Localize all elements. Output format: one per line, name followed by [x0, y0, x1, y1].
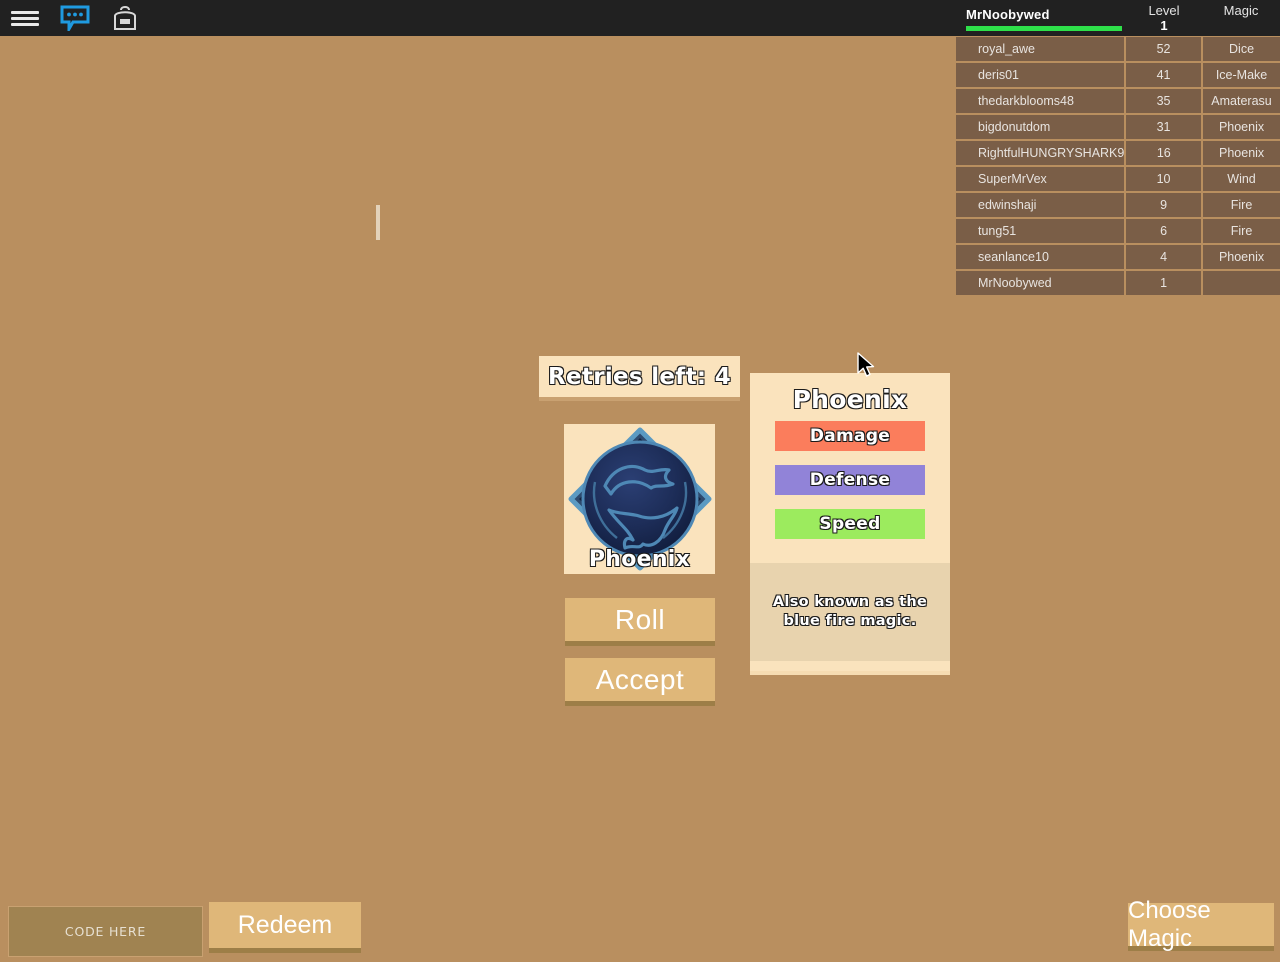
leaderboard-row: deris01 41 Ice-Make [954, 62, 1280, 88]
leaderboard-row-magic: Wind [1203, 167, 1280, 191]
leaderboard-row: edwinshaji 9 Fire [954, 192, 1280, 218]
chat-icon[interactable] [52, 0, 98, 36]
hamburger-line [11, 10, 39, 14]
game-screen: MrNoobywed Level 1 Magic royal_awe 52 Dice… [0, 0, 1280, 962]
leaderboard-row-magic [1203, 271, 1280, 295]
hamburger-line [11, 22, 39, 26]
leaderboard-row-magic: Ice-Make [1203, 63, 1280, 87]
redeem-button-label: Redeem [237, 910, 333, 939]
text-caret [376, 205, 380, 240]
leaderboard-level-header: Level 1 [1126, 0, 1202, 33]
rolled-magic-label: Phoenix [588, 547, 691, 573]
leaderboard-row-magic: Dice [1203, 37, 1280, 61]
magic-description-panel: Also known as the blue fire magic. [750, 563, 950, 661]
stat-bar-label: Defense [809, 470, 891, 491]
choose-magic-button-label: Choose Magic [1128, 896, 1211, 952]
leaderboard-header: MrNoobywed Level 1 Magic [954, 0, 1280, 36]
leaderboard-row-level: 1 [1126, 271, 1202, 295]
leaderboard-row: tung51 6 Fire [954, 218, 1280, 244]
accept-button-label: Accept [595, 663, 685, 695]
leaderboard-row: thedarkblooms48 35 Amaterasu [954, 88, 1280, 114]
level-header-label: Level [1148, 3, 1180, 18]
leaderboard-row-name: royal_awe [954, 37, 1125, 61]
leaderboard-row-name: bigdonutdom [954, 115, 1125, 139]
leaderboard-row: MrNoobywed 1 [954, 270, 1280, 296]
magic-header-label: Magic [1223, 3, 1259, 18]
leaderboard-row-name: seanlance10 [954, 245, 1125, 269]
leaderboard-row-level: 35 [1126, 89, 1202, 113]
leaderboard-row-level: 10 [1126, 167, 1202, 191]
leaderboard-row-level: 16 [1126, 141, 1202, 165]
leaderboard-row: SuperMrVex 10 Wind [954, 166, 1280, 192]
redeem-button[interactable]: Redeem [209, 902, 361, 953]
leaderboard-row: bigdonutdom 31 Phoenix [954, 114, 1280, 140]
stat-bar-speed: Speed [775, 509, 925, 539]
leaderboard-row-magic: Fire [1203, 193, 1280, 217]
leaderboard-row-level: 6 [1126, 219, 1202, 243]
stat-bar-label: Speed [819, 514, 881, 535]
leaderboard-row-name: RightfulHUNGRYSHARK9 [954, 141, 1125, 165]
rolled-magic-card: Phoenix [564, 424, 715, 574]
roll-button-label: Roll [614, 603, 666, 635]
leaderboard-row-magic: Phoenix [1203, 245, 1280, 269]
leaderboard-row-name: tung51 [954, 219, 1125, 243]
magic-info-panel: Phoenix Damage Defense Speed Also known as… [750, 373, 950, 675]
leaderboard-row-magic: Phoenix [1203, 141, 1280, 165]
stat-bar-defense: Defense [775, 465, 925, 495]
accept-button[interactable]: Accept [565, 658, 715, 706]
leaderboard-row-name: thedarkblooms48 [954, 89, 1125, 113]
choose-magic-button[interactable]: Choose Magic [1128, 897, 1274, 952]
magic-description-label: Also known as the blue fire magic. [772, 594, 928, 630]
stat-bar-label: Damage [809, 426, 891, 447]
health-bar [966, 26, 1122, 31]
hamburger-line [11, 16, 39, 20]
leaderboard-magic-header: Magic [1202, 0, 1280, 18]
magic-title-label: Phoenix [792, 385, 908, 415]
leaderboard-row-level: 52 [1126, 37, 1202, 61]
leaderboard-row-name: SuperMrVex [954, 167, 1125, 191]
leaderboard-row-level: 41 [1126, 63, 1202, 87]
roll-button[interactable]: Roll [565, 598, 715, 646]
leaderboard-player-name: MrNoobywed [954, 0, 1126, 31]
code-input-placeholder: CODE HERE [64, 924, 147, 939]
stat-bar-damage: Damage [775, 421, 925, 451]
leaderboard-row-level: 31 [1126, 115, 1202, 139]
leaderboard-row-level: 4 [1126, 245, 1202, 269]
leaderboard-row-magic: Phoenix [1203, 115, 1280, 139]
code-input[interactable]: CODE HERE [8, 906, 203, 957]
leaderboard-row-name: edwinshaji [954, 193, 1125, 217]
retries-label: Retries left: 4 [547, 363, 732, 390]
leaderboard-row: royal_awe 52 Dice [954, 36, 1280, 62]
leaderboard: MrNoobywed Level 1 Magic royal_awe 52 Dice… [954, 0, 1280, 296]
leaderboard-row-magic: Fire [1203, 219, 1280, 243]
backpack-glyph [114, 6, 136, 30]
leaderboard-row: RightfulHUNGRYSHARK9 16 Phoenix [954, 140, 1280, 166]
player-level-value: 1 [1160, 18, 1168, 33]
magic-stat-bars: Damage Defense Speed [750, 421, 950, 539]
chat-bubble-glyph [60, 5, 90, 31]
leaderboard-row-name: deris01 [954, 63, 1125, 87]
backpack-icon[interactable] [102, 0, 148, 36]
leaderboard-row-name: MrNoobywed [954, 271, 1125, 295]
player-name-label: MrNoobywed [966, 7, 1050, 22]
leaderboard-row-level: 9 [1126, 193, 1202, 217]
rolled-magic-name: Phoenix [564, 547, 715, 573]
retries-panel: Retries left: 4 [539, 356, 740, 401]
magic-title: Phoenix [750, 373, 950, 421]
leaderboard-row: seanlance10 4 Phoenix [954, 244, 1280, 270]
leaderboard-rows: royal_awe 52 Dice deris01 41 Ice-Make thedarkb… [954, 36, 1280, 296]
leaderboard-row-magic: Amaterasu [1203, 89, 1280, 113]
menu-icon[interactable] [2, 0, 48, 36]
